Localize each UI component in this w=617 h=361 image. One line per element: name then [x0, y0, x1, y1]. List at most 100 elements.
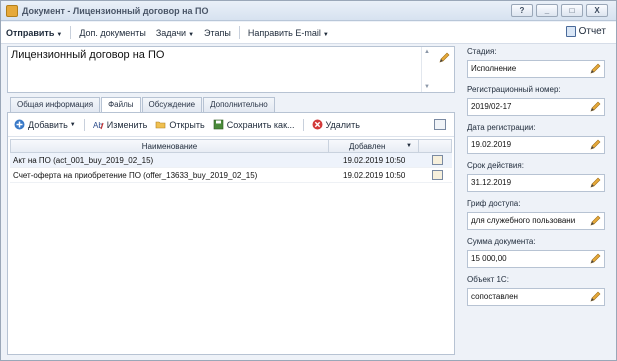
save-as-label: Сохранить как...: [226, 119, 295, 130]
pencil-icon[interactable]: [589, 215, 601, 227]
title-bar[interactable]: Документ - Лицензионный договор на ПО ? …: [1, 1, 616, 21]
reg-date-field[interactable]: 19.02.2019: [467, 136, 605, 154]
delete-button[interactable]: Удалить: [312, 119, 360, 130]
tab-files[interactable]: Файлы: [101, 97, 141, 113]
amount-value: 15 000,00: [471, 254, 507, 263]
validity-label: Срок действия:: [467, 161, 524, 170]
table-row[interactable]: Акт на ПО (act_001_buy_2019_02_15) 19.02…: [10, 153, 452, 168]
menu-divider: [70, 26, 72, 39]
amount-label: Сумма документа:: [467, 237, 536, 246]
extra-docs-menu[interactable]: Доп. документы: [74, 28, 151, 38]
column-added-label: Добавлен: [349, 142, 386, 151]
object-1c-field[interactable]: сопоставлен: [467, 288, 605, 306]
delete-icon: [312, 119, 323, 130]
access-value: для служебного пользовани: [471, 216, 576, 225]
toolbar-divider: [83, 118, 85, 131]
pencil-icon[interactable]: [438, 52, 450, 64]
edit-icon: Ab: [93, 121, 104, 130]
stage-field[interactable]: Исполнение: [467, 60, 605, 78]
description-scrollbar[interactable]: ▲ ▼: [421, 47, 432, 92]
reg-date-value: 19.02.2019: [471, 140, 512, 149]
pencil-icon[interactable]: [589, 139, 601, 151]
reg-number-label: Регистрационный номер:: [467, 85, 561, 94]
reg-number-value: 2019/02-17: [471, 102, 512, 111]
pencil-icon[interactable]: [589, 177, 601, 189]
report-button[interactable]: Отчет: [565, 26, 606, 37]
pencil-icon[interactable]: [589, 291, 601, 303]
menu-divider: [238, 26, 240, 39]
properties-panel: Стадия: Исполнение Регистрационный номер…: [467, 46, 607, 312]
report-icon: [565, 26, 576, 37]
files-table: Наименование Добавлен ▼ Акт на ПО (act_00…: [10, 139, 452, 183]
pencil-icon[interactable]: [589, 63, 601, 75]
column-name-header[interactable]: Наименование: [11, 140, 329, 152]
file-preview-icon[interactable]: [432, 170, 443, 180]
access-field[interactable]: для служебного пользовани: [467, 212, 605, 230]
send-menu[interactable]: Отправить ▼: [1, 28, 67, 38]
object-1c-label: Объект 1С:: [467, 275, 509, 284]
file-action-cell: [418, 153, 450, 167]
scroll-down-icon[interactable]: ▼: [424, 84, 430, 90]
window-title: Документ - Лицензионный договор на ПО: [22, 5, 209, 16]
description-text: Лицензионный договор на ПО: [11, 49, 165, 61]
folder-icon: [156, 121, 166, 129]
reg-date-label: Дата регистрации:: [467, 123, 536, 132]
column-action-header: [419, 140, 451, 152]
delete-label: Удалить: [325, 119, 360, 130]
stage-label: Стадия:: [467, 47, 497, 56]
email-menu-label: Направить E-mail: [247, 27, 321, 38]
stages-menu[interactable]: Этапы: [199, 28, 236, 38]
table-header: Наименование Добавлен ▼: [10, 139, 452, 153]
stage-value: Исполнение: [471, 64, 517, 73]
access-label: Гриф доступа:: [467, 199, 521, 208]
file-name-cell: Акт на ПО (act_001_buy_2019_02_15): [13, 156, 154, 165]
column-added-header[interactable]: Добавлен ▼: [329, 140, 419, 152]
document-window: Документ - Лицензионный договор на ПО ? …: [0, 0, 617, 361]
add-label: Добавить: [28, 119, 68, 130]
minimize-button[interactable]: _: [536, 4, 558, 17]
help-button[interactable]: ?: [511, 4, 533, 17]
pencil-icon[interactable]: [589, 101, 601, 113]
file-added-cell: 19.02.2019 10:50: [343, 171, 406, 180]
tab-discussion[interactable]: Обсуждение: [141, 97, 203, 112]
toolbar-divider: [302, 118, 304, 131]
menu-bar: Отправить ▼ Доп. документы Задачи ▼ Этапы …: [1, 22, 616, 44]
document-icon: [6, 4, 18, 17]
window-controls: ? _ □ X: [511, 4, 608, 17]
pencil-icon[interactable]: [589, 253, 601, 265]
file-added-cell: 19.02.2019 10:50: [343, 156, 406, 165]
open-button[interactable]: Открыть: [155, 119, 205, 130]
panel-options-icon[interactable]: [434, 119, 446, 130]
open-label: Открыть: [169, 119, 205, 130]
send-menu-label: Отправить: [6, 27, 55, 38]
tab-general[interactable]: Общая информация: [10, 97, 101, 112]
file-name-cell: Счет-оферта на приобретение ПО (offer_13…: [13, 171, 258, 180]
chevron-down-icon: ▼: [69, 121, 76, 128]
close-button[interactable]: X: [586, 4, 608, 17]
scroll-up-icon[interactable]: ▲: [424, 49, 430, 55]
maximize-button[interactable]: □: [561, 4, 583, 17]
files-toolbar: Добавить ▼ Ab Изменить Открыть Сохранить …: [8, 113, 454, 137]
object-1c-value: сопоставлен: [471, 292, 518, 301]
table-row[interactable]: Счет-оферта на приобретение ПО (offer_13…: [10, 168, 452, 183]
tab-additional[interactable]: Дополнительно: [203, 97, 275, 112]
file-preview-icon[interactable]: [432, 155, 443, 165]
validity-field[interactable]: 31.12.2019: [467, 174, 605, 192]
reg-number-field[interactable]: 2019/02-17: [467, 98, 605, 116]
save-icon: [213, 119, 224, 130]
tasks-menu[interactable]: Задачи ▼: [151, 28, 199, 38]
amount-field[interactable]: 15 000,00: [467, 250, 605, 268]
chevron-down-icon: ▼: [322, 31, 329, 38]
description-field[interactable]: Лицензионный договор на ПО ▲ ▼: [7, 46, 455, 93]
edit-button[interactable]: Ab Изменить: [93, 119, 148, 131]
edit-label: Изменить: [106, 119, 148, 130]
report-label: Отчет: [578, 26, 606, 37]
sort-down-icon: ▼: [406, 143, 412, 149]
tab-strip: Общая информация Файлы Обсуждение Дополн…: [10, 97, 276, 113]
save-as-button[interactable]: Сохранить как...: [213, 119, 295, 130]
email-menu[interactable]: Направить E-mail ▼: [243, 28, 334, 38]
chevron-down-icon: ▼: [56, 31, 63, 38]
add-icon: [14, 119, 25, 130]
file-action-cell: [418, 168, 450, 182]
add-button[interactable]: Добавить ▼: [14, 119, 76, 130]
